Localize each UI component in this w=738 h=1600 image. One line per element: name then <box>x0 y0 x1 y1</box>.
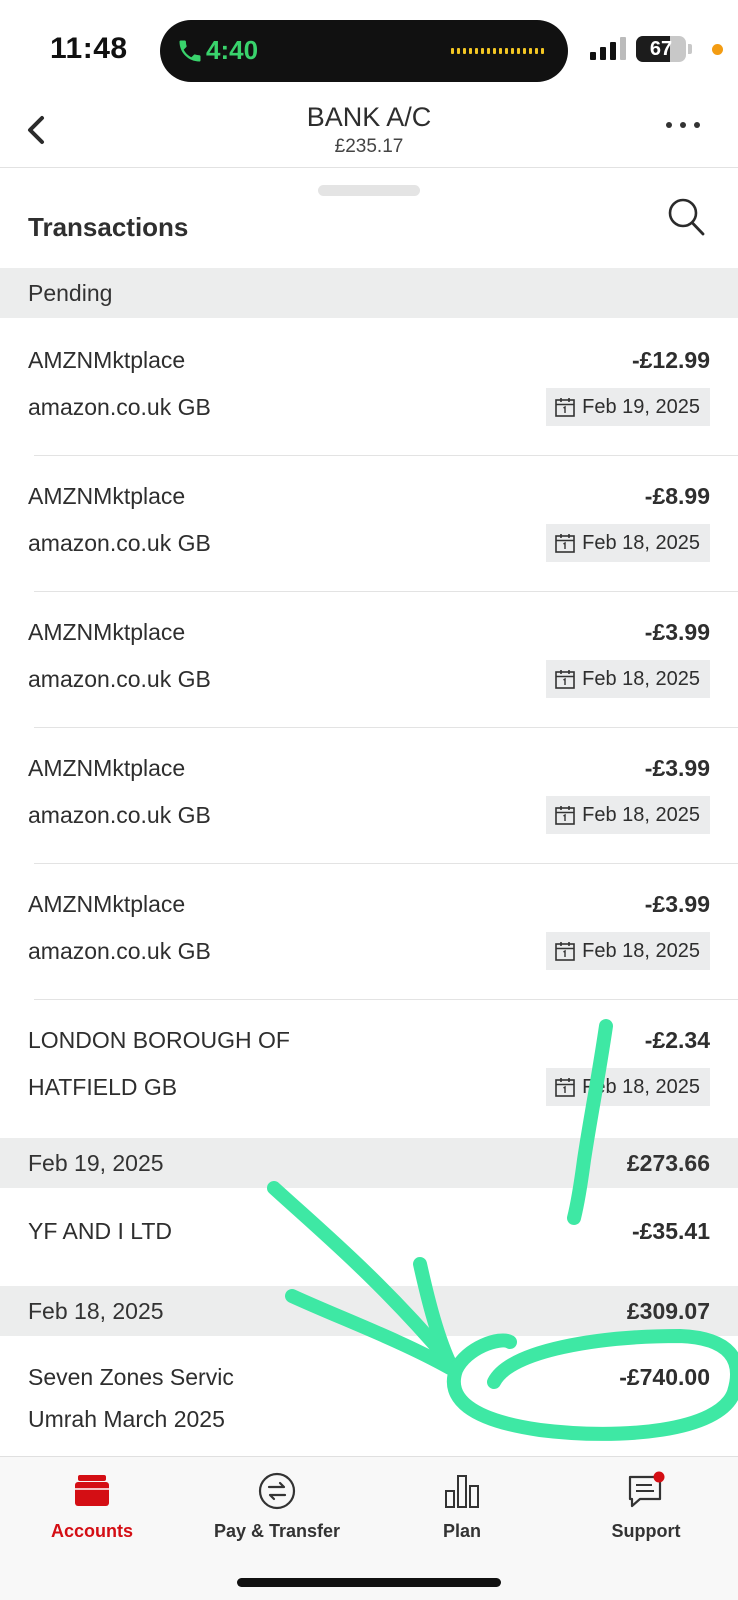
transaction-row[interactable]: AMZNMktplace amazon.co.uk GB -£12.99 Feb… <box>0 320 738 456</box>
group-balance: £273.66 <box>626 1150 710 1176</box>
tab-label: Support <box>611 1521 681 1541</box>
transaction-row[interactable]: LONDON BOROUGH OF HATFIELD GB -£2.34 Feb… <box>0 1000 738 1136</box>
transaction-date-chip: Feb 19, 2025 <box>546 388 710 426</box>
transaction-amount: -£740.00 <box>619 1364 710 1390</box>
audio-waveform-icon <box>451 48 544 54</box>
transaction-row[interactable]: AMZNMktplace amazon.co.uk GB -£8.99 Feb … <box>0 456 738 592</box>
cellular-signal-icon <box>590 36 626 60</box>
transaction-detail: amazon.co.uk GB <box>28 802 211 828</box>
transaction-amount: -£35.41 <box>631 1218 710 1244</box>
date-group-header: Feb 19, 2025 £273.66 <box>0 1138 738 1188</box>
transaction-merchant: AMZNMktplace <box>28 483 186 509</box>
calendar-icon <box>555 1078 575 1097</box>
transaction-date-chip: Feb 18, 2025 <box>546 932 710 970</box>
battery-icon: 67 <box>636 36 686 62</box>
transaction-row[interactable]: YF AND I LTD -£35.41 <box>0 1188 738 1286</box>
transaction-amount: -£12.99 <box>631 347 710 373</box>
sheet-grabber[interactable] <box>318 185 420 196</box>
transaction-date: Feb 18, 2025 <box>582 667 700 690</box>
transaction-row[interactable]: AMZNMktplace amazon.co.uk GB -£3.99 Feb … <box>0 728 738 864</box>
calendar-icon <box>555 670 575 689</box>
mic-indicator-dot <box>712 44 723 55</box>
call-timer: 4:40 <box>206 35 259 65</box>
transaction-date: Feb 18, 2025 <box>582 1075 700 1098</box>
transaction-merchant: Seven Zones Servic <box>28 1364 234 1390</box>
transaction-amount: -£3.99 <box>644 755 710 781</box>
transaction-merchant: YF AND I LTD <box>28 1218 172 1244</box>
group-date: Feb 18, 2025 <box>28 1298 164 1324</box>
transaction-detail: amazon.co.uk GB <box>28 666 211 692</box>
transaction-date: Feb 18, 2025 <box>582 939 700 962</box>
transaction-row[interactable]: AMZNMktplace amazon.co.uk GB -£3.99 Feb … <box>0 864 738 1000</box>
pending-label: Pending <box>28 280 113 306</box>
bar-chart-icon <box>445 1475 479 1508</box>
transaction-amount: -£2.34 <box>644 1027 710 1053</box>
transaction-detail: amazon.co.uk GB <box>28 530 211 556</box>
calendar-icon <box>555 806 575 825</box>
transaction-date-chip: Feb 18, 2025 <box>546 524 710 562</box>
transfer-icon <box>258 1472 296 1510</box>
transaction-row[interactable]: Seven Zones Servic Umrah March 2025 -£74… <box>0 1336 738 1456</box>
account-header: BANK A/C £235.17 <box>0 96 738 168</box>
calendar-icon <box>555 398 575 417</box>
transaction-date-chip: Feb 18, 2025 <box>546 1068 710 1106</box>
transaction-date: Feb 19, 2025 <box>582 395 700 418</box>
search-icon[interactable] <box>666 196 706 238</box>
transaction-date: Feb 18, 2025 <box>582 531 700 554</box>
transaction-row[interactable]: AMZNMktplace amazon.co.uk GB -£3.99 Feb … <box>0 592 738 728</box>
tab-label: Plan <box>442 1521 481 1541</box>
transaction-detail: amazon.co.uk GB <box>28 938 211 964</box>
tab-label: Accounts <box>50 1521 133 1541</box>
transaction-amount: -£3.99 <box>644 619 710 645</box>
tab-support[interactable]: Support <box>566 1471 726 1542</box>
account-balance: £235.17 <box>334 136 404 157</box>
tab-label: Pay & Transfer <box>213 1521 341 1541</box>
tab-accounts[interactable]: Accounts <box>12 1471 172 1542</box>
transaction-merchant: AMZNMktplace <box>28 891 186 917</box>
wallet-icon <box>75 1475 109 1506</box>
battery-cap <box>688 44 692 54</box>
account-title: BANK A/C <box>306 102 432 132</box>
transaction-amount: -£3.99 <box>644 891 710 917</box>
status-time: 11:48 <box>50 32 128 65</box>
transaction-detail: HATFIELD GB <box>28 1074 178 1100</box>
more-options-icon[interactable] <box>666 122 700 128</box>
chat-icon <box>628 1471 665 1508</box>
calendar-icon <box>555 942 575 961</box>
transaction-merchant: LONDON BOROUGH OF <box>28 1027 290 1053</box>
transaction-date-chip: Feb 18, 2025 <box>546 796 710 834</box>
group-balance: £309.07 <box>626 1298 710 1324</box>
transaction-detail: amazon.co.uk GB <box>28 394 211 420</box>
tab-pay-transfer[interactable]: Pay & Transfer <box>197 1471 357 1542</box>
transactions-title: Transactions <box>28 212 189 242</box>
date-group-header: Feb 18, 2025 £309.07 <box>0 1286 738 1336</box>
dynamic-island[interactable]: 4:40 <box>160 20 568 82</box>
tab-plan[interactable]: Plan <box>382 1471 542 1542</box>
battery-level: 67 <box>649 38 673 60</box>
transaction-detail: Umrah March 2025 <box>28 1406 225 1432</box>
calendar-icon <box>555 534 575 553</box>
home-indicator[interactable] <box>237 1578 501 1587</box>
transaction-amount: -£8.99 <box>644 483 710 509</box>
phone-icon <box>179 40 201 62</box>
status-bar: 11:48 4:40 67 <box>0 0 738 96</box>
pending-header: Pending <box>0 268 738 318</box>
transaction-date: Feb 18, 2025 <box>582 803 700 826</box>
transaction-date-chip: Feb 18, 2025 <box>546 660 710 698</box>
transaction-merchant: AMZNMktplace <box>28 755 186 781</box>
transaction-merchant: AMZNMktplace <box>28 619 186 645</box>
group-date: Feb 19, 2025 <box>28 1150 164 1176</box>
transaction-merchant: AMZNMktplace <box>28 347 186 373</box>
